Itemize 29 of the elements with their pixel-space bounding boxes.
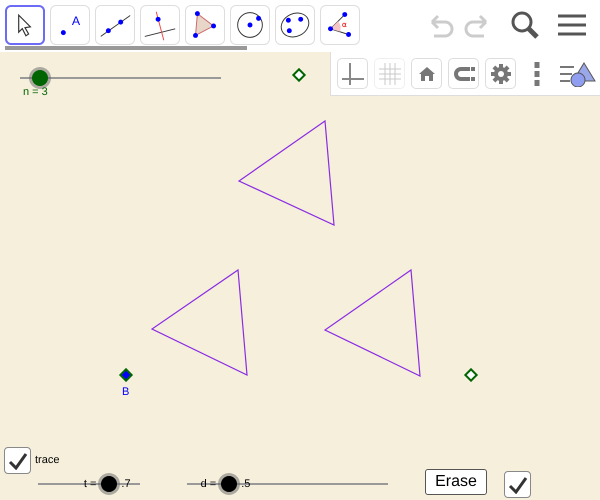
slider-label: d = <box>200 478 216 490</box>
tool-button[interactable]: α <box>320 5 360 45</box>
trace-checkbox[interactable] <box>4 447 31 474</box>
checkbox-label: trace <box>35 454 60 466</box>
tool-button[interactable]: A <box>50 5 90 45</box>
slider-thumb[interactable] <box>32 70 48 86</box>
checkbox[interactable] <box>504 471 531 498</box>
home-icon <box>418 66 436 82</box>
style-bar-toggle-icon[interactable] <box>560 60 596 86</box>
tool-button[interactable] <box>5 5 45 45</box>
slider-label: t = <box>84 478 96 490</box>
point-label: B <box>122 386 130 398</box>
menu-button[interactable] <box>558 13 586 37</box>
search-button[interactable] <box>510 10 540 40</box>
magnet-icon <box>452 64 476 82</box>
slider-value: .7 <box>121 478 131 490</box>
gear-button[interactable] <box>485 58 516 89</box>
erase-button[interactable]: Erase <box>425 469 487 495</box>
axes-icon <box>340 60 366 86</box>
slider-value: .5 <box>241 478 250 490</box>
home-button[interactable] <box>411 58 442 89</box>
grid-icon <box>376 60 402 86</box>
more-icon[interactable] <box>534 62 540 86</box>
magnet-button[interactable] <box>448 58 479 89</box>
slider-thumb[interactable] <box>221 476 238 492</box>
axes-button[interactable] <box>337 58 368 89</box>
settings-icon <box>490 64 510 84</box>
slider-label: n = 3 <box>23 86 48 98</box>
slider-thumb[interactable] <box>101 476 118 492</box>
